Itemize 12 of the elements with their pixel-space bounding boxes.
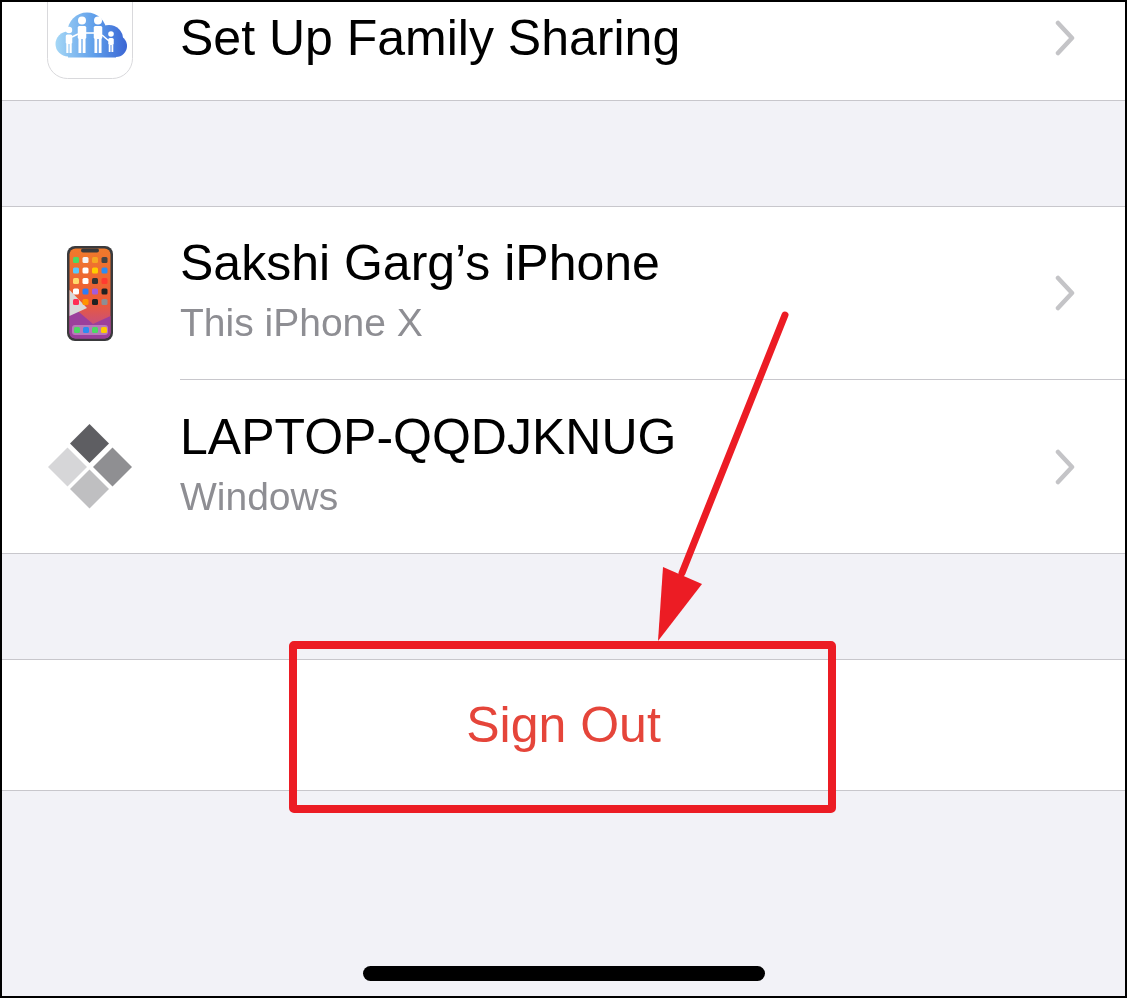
sign-out-button[interactable]: Sign Out [2, 659, 1125, 791]
chevron-right-icon [1055, 448, 1075, 485]
chevron-right-icon [1055, 20, 1075, 56]
row-title: LAPTOP-QQDJKNUG [180, 407, 677, 467]
row-title: Sakshi Garg’s iPhone [180, 234, 660, 293]
row-subtitle: Windows [180, 473, 339, 520]
chevron-right-icon [1055, 275, 1075, 311]
smartphone-icon [67, 246, 113, 341]
diamond-tiles-icon [47, 423, 133, 510]
row-subtitle: This iPhone X [180, 300, 423, 346]
cloud-family-icon [47, 2, 133, 79]
row-title: Set Up Family Sharing [180, 9, 681, 68]
